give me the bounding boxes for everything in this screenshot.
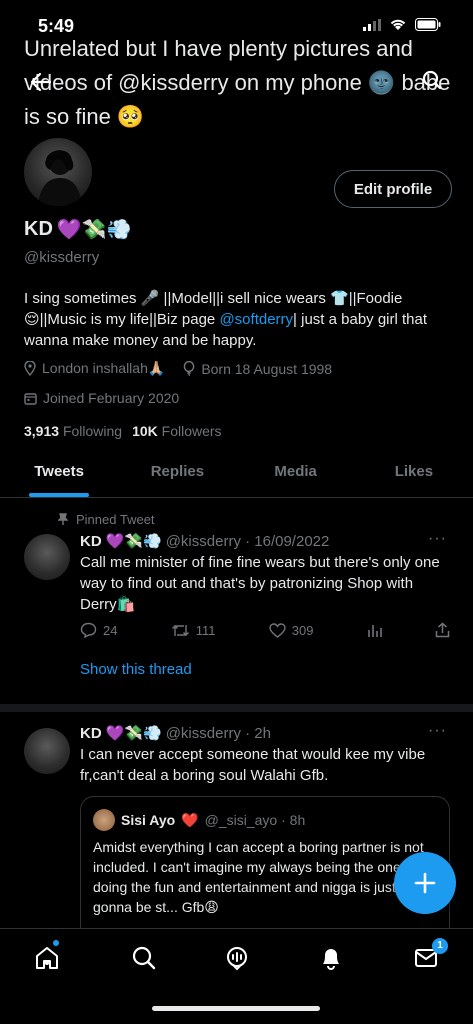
tweet-meta: @kissderry · 16/09/2022 <box>165 532 330 550</box>
battery-icon <box>415 18 441 31</box>
tweet-author-name: KD <box>80 724 102 742</box>
joined-row: Joined February 2020 <box>24 390 179 406</box>
quote-author-emoji: ❤️ <box>181 811 199 828</box>
location: London inshallah🙏🏼 <box>24 360 165 377</box>
tweet-avatar[interactable] <box>24 728 70 774</box>
bio-link[interactable]: @softderry <box>219 311 293 328</box>
tweet-author-emojis: 💜💸💨 <box>105 533 162 550</box>
share-icon <box>435 622 450 638</box>
tweet-actions: 24 111 309 <box>80 622 450 638</box>
profile-name-text: KD <box>24 218 53 240</box>
pinned-label: Pinned Tweet <box>58 512 155 527</box>
following-stat[interactable]: 3,913 Following <box>24 423 122 439</box>
tweet-avatar[interactable] <box>24 534 70 580</box>
tweet-meta: @kissderry · 2h <box>165 724 271 742</box>
analytics-icon <box>367 624 382 637</box>
search-icon[interactable] <box>422 70 442 90</box>
explore-icon[interactable] <box>131 945 157 971</box>
avatar-silhouette-icon <box>38 150 82 206</box>
status-icons <box>363 18 441 31</box>
birthday-text: Born 18 August 1998 <box>201 360 333 377</box>
spaces-icon[interactable] <box>224 945 250 971</box>
tweet-header: KD 💜💸💨 @kissderry · 16/09/2022 <box>80 532 330 551</box>
pinned-text: Pinned Tweet <box>76 512 155 527</box>
follow-stats: 3,913 Following 10K Followers <box>24 423 222 439</box>
tweet-author-emojis: 💜💸💨 <box>105 725 162 742</box>
location-text: London inshallah🙏🏼 <box>42 360 166 376</box>
heart-icon <box>269 622 286 638</box>
signal-icon <box>363 18 381 31</box>
reply-count: 24 <box>103 622 118 638</box>
views-action[interactable] <box>367 622 382 638</box>
tweet-header: KD 💜💸💨 @kissderry · 2h <box>80 724 271 743</box>
profile-name: KD 💜💸💨 <box>24 217 132 242</box>
calendar-icon <box>24 392 37 405</box>
share-action[interactable] <box>435 622 450 638</box>
tweet-author-name: KD <box>80 532 102 550</box>
retweet-action[interactable]: 111 <box>171 622 216 638</box>
retweet-icon <box>171 624 189 636</box>
quote-avatar <box>93 809 115 831</box>
birthday: Born 18 August 1998 <box>183 361 332 377</box>
reply-icon <box>80 622 97 638</box>
more-icon[interactable]: ··· <box>428 722 447 740</box>
plus-icon <box>414 872 436 894</box>
home-indicator <box>152 1006 320 1011</box>
profile-handle: @kissderry <box>24 249 100 266</box>
back-arrow-icon[interactable] <box>30 72 52 92</box>
joined-text: Joined February 2020 <box>43 390 180 406</box>
quote-meta: @_sisi_ayo · 8h <box>204 812 306 828</box>
profile-name-emojis: 💜💸💨 <box>56 219 132 241</box>
home-unread-dot <box>53 940 59 946</box>
messages-badge: 1 <box>432 938 448 954</box>
profile-meta: London inshallah🙏🏼 Born 18 August 1998 <box>24 360 332 377</box>
retweet-count: 111 <box>195 622 216 638</box>
location-pin-icon <box>24 361 36 376</box>
quoted-tweet[interactable]: Sisi Ayo ❤️ @_sisi_ayo · 8h Amidst every… <box>80 796 450 946</box>
tab-replies[interactable]: Replies <box>118 452 236 497</box>
divider <box>0 704 473 712</box>
tweet-text: Call me minister of fine fine wears but … <box>80 554 440 613</box>
edit-profile-button[interactable]: Edit profile <box>334 170 452 208</box>
balloon-icon <box>184 361 195 376</box>
profile-avatar[interactable] <box>24 138 92 206</box>
quote-author-name: Sisi Ayo <box>121 812 176 828</box>
home-icon[interactable] <box>34 945 60 971</box>
followers-count: 10K <box>132 423 158 439</box>
compose-button[interactable] <box>394 852 456 914</box>
profile-bio: I sing sometimes 🎤 ||Model||i sell nice … <box>24 288 449 351</box>
following-count: 3,913 <box>24 423 60 439</box>
quote-text: Amidst everything I can accept a boring … <box>93 839 424 915</box>
tab-likes[interactable]: Likes <box>355 452 473 497</box>
followers-stat[interactable]: 10K Followers <box>132 423 221 439</box>
wifi-icon <box>390 19 406 30</box>
notifications-icon[interactable] <box>318 945 344 971</box>
followers-label: Followers <box>161 423 222 439</box>
following-label: Following <box>62 423 123 439</box>
tab-media[interactable]: Media <box>237 452 355 497</box>
reply-action[interactable]: 24 <box>80 622 117 638</box>
show-thread-link[interactable]: Show this thread <box>80 661 192 678</box>
overlay-caption: Unrelated but I have plenty pictures and… <box>24 36 451 129</box>
tweet-text: I can never accept someone that would ke… <box>80 746 426 784</box>
pin-icon <box>58 513 68 525</box>
quote-header: Sisi Ayo ❤️ @_sisi_ayo · 8h <box>93 809 305 831</box>
like-count: 309 <box>291 622 314 638</box>
profile-tabs: Tweets Replies Media Likes <box>0 452 473 498</box>
like-action[interactable]: 309 <box>269 622 314 638</box>
tab-tweets[interactable]: Tweets <box>0 452 118 497</box>
more-icon[interactable]: ··· <box>428 530 447 548</box>
